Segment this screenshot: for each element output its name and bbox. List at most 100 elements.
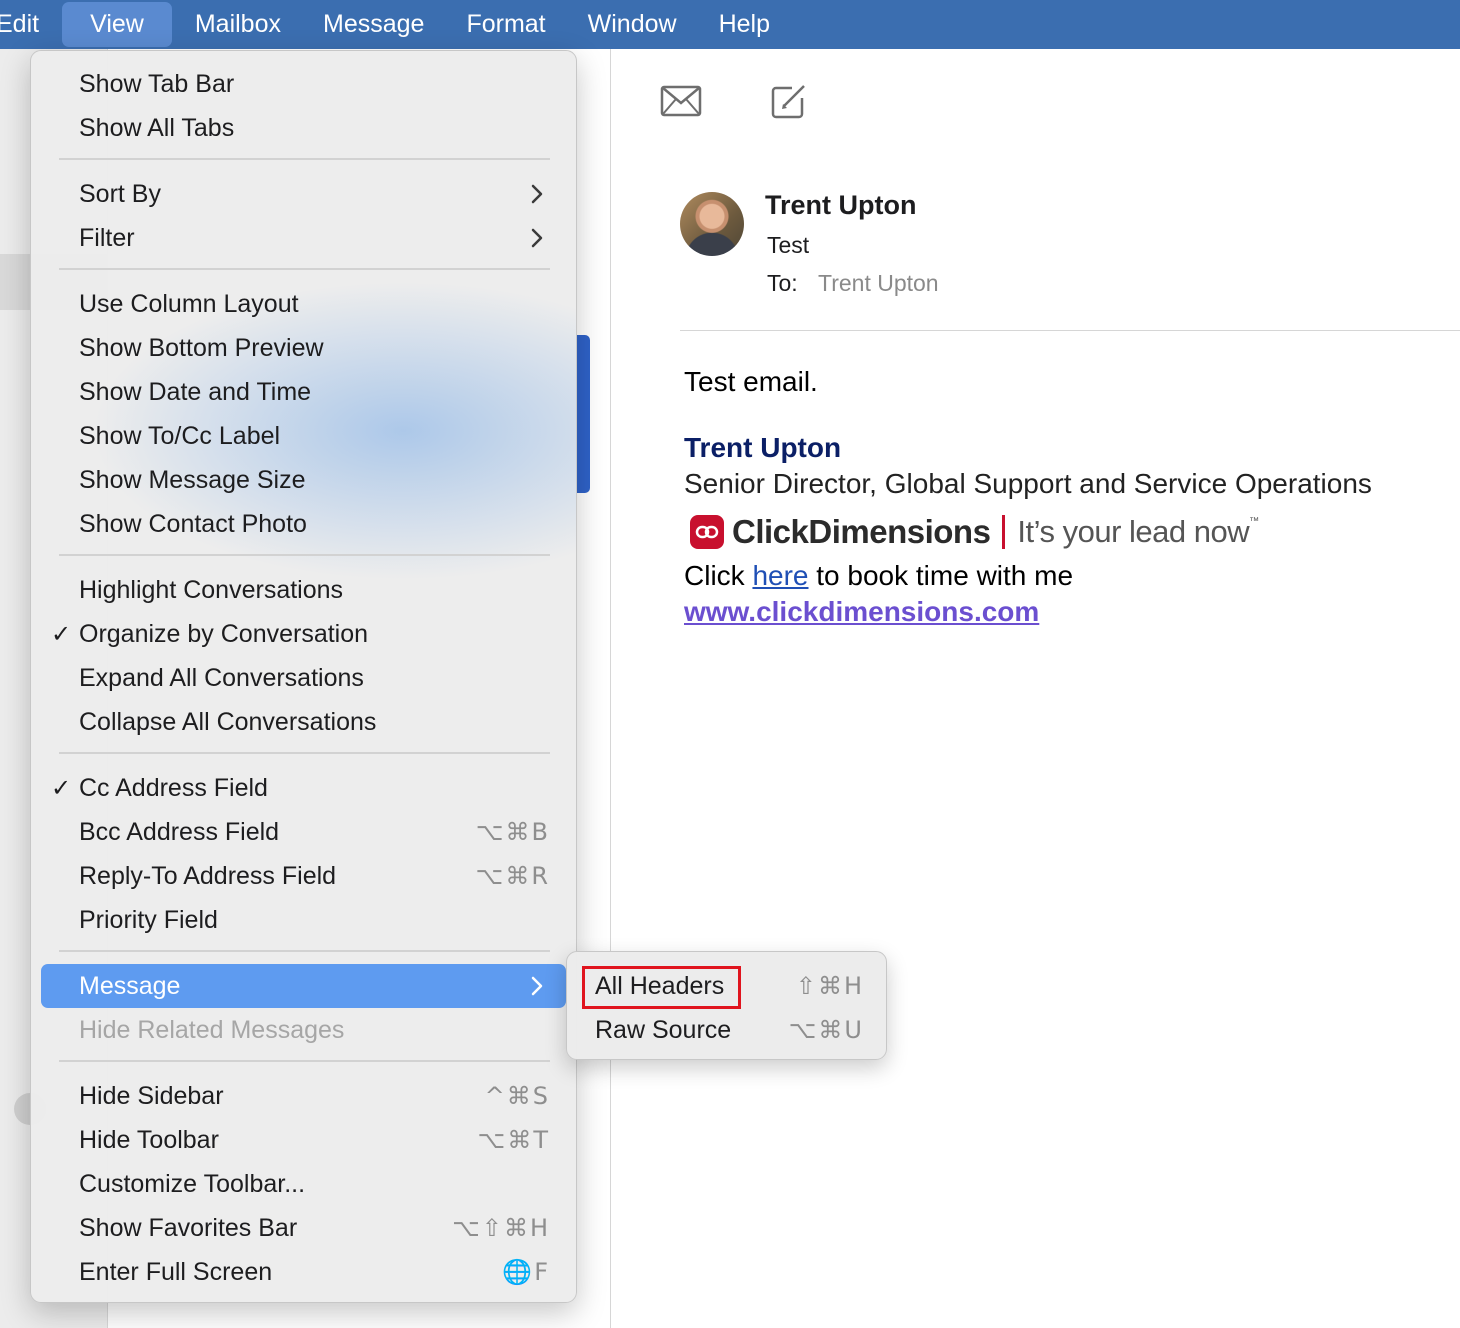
header-divider bbox=[680, 330, 1460, 331]
menu-item-label: Hide Sidebar bbox=[79, 1081, 224, 1110]
menu-view[interactable]: View bbox=[62, 2, 172, 47]
menu-item-expand-all-conversations[interactable]: Expand All Conversations bbox=[41, 656, 566, 700]
chevron-right-icon bbox=[531, 976, 543, 996]
menu-item-enter-full-screen[interactable]: Enter Full Screen 🌐F bbox=[41, 1250, 566, 1294]
menu-item-label: Show Date and Time bbox=[79, 377, 312, 406]
menu-item-show-all-tabs[interactable]: Show All Tabs bbox=[41, 106, 566, 150]
menu-separator bbox=[59, 1060, 550, 1062]
menu-item-show-contact-photo[interactable]: Show Contact Photo bbox=[41, 502, 566, 546]
menu-separator bbox=[59, 268, 550, 270]
menu-item-label: Show All Tabs bbox=[79, 113, 235, 142]
submenu-item-label: Raw Source bbox=[595, 1015, 732, 1044]
menu-item-label: Show Contact Photo bbox=[79, 509, 307, 538]
logo-wordmark: ClickDimensions bbox=[732, 513, 991, 550]
menu-item-label: Hide Toolbar bbox=[79, 1125, 219, 1154]
menu-item-hide-toolbar[interactable]: Hide Toolbar ⌥⌘T bbox=[41, 1118, 566, 1162]
menu-item-shortcut: ⌥⇧⌘H bbox=[452, 1214, 550, 1242]
booking-line: Click here to book time with me bbox=[684, 560, 1073, 592]
menu-item-organize-by-conversation[interactable]: ✓ Organize by Conversation bbox=[41, 612, 566, 656]
menu-item-show-bottom-preview[interactable]: Show Bottom Preview bbox=[41, 326, 566, 370]
menu-item-bcc-address-field[interactable]: Bcc Address Field ⌥⌘B bbox=[41, 810, 566, 854]
menu-item-shortcut: ^⌘S bbox=[484, 1082, 550, 1110]
menu-item-sort-by[interactable]: Sort By bbox=[41, 172, 566, 216]
chevron-right-icon bbox=[531, 228, 543, 248]
menu-item-label: Collapse All Conversations bbox=[79, 707, 377, 736]
menu-item-shortcut: ⌥⌘R bbox=[475, 862, 550, 890]
menu-item-collapse-all-conversations[interactable]: Collapse All Conversations bbox=[41, 700, 566, 744]
menu-item-label: Show Tab Bar bbox=[79, 69, 235, 98]
menu-item-shortcut: ⌥⌘T bbox=[477, 1126, 550, 1154]
sender-avatar bbox=[680, 192, 744, 256]
menu-item-use-column-layout[interactable]: Use Column Layout bbox=[41, 282, 566, 326]
signature-name: Trent Upton bbox=[684, 432, 842, 463]
logo-tagline: It’s your lead now bbox=[1017, 514, 1250, 549]
menu-separator bbox=[59, 950, 550, 952]
menu-item-filter[interactable]: Filter bbox=[41, 216, 566, 260]
menu-item-label: Enter Full Screen bbox=[79, 1257, 273, 1286]
menu-item-label: Customize Toolbar... bbox=[79, 1169, 306, 1198]
menu-item-label: Show Favorites Bar bbox=[79, 1213, 298, 1242]
menu-item-hide-sidebar[interactable]: Hide Sidebar ^⌘S bbox=[41, 1074, 566, 1118]
menu-item-label: Message bbox=[79, 971, 181, 1000]
pane-divider[interactable] bbox=[610, 49, 611, 1328]
menu-item-hide-related-messages: Hide Related Messages bbox=[41, 1008, 566, 1052]
website-link[interactable]: www.clickdimensions.com bbox=[684, 596, 1039, 628]
menu-item-label: Show Bottom Preview bbox=[79, 333, 324, 362]
menu-help[interactable]: Help bbox=[698, 2, 791, 47]
menu-item-customize-toolbar[interactable]: Customize Toolbar... bbox=[41, 1162, 566, 1206]
checkmark-icon: ✓ bbox=[51, 620, 72, 648]
menu-item-reply-to-address-field[interactable]: Reply-To Address Field ⌥⌘R bbox=[41, 854, 566, 898]
menu-mailbox[interactable]: Mailbox bbox=[174, 2, 302, 47]
menu-item-highlight-conversations[interactable]: Highlight Conversations bbox=[41, 568, 566, 612]
menu-item-label: Hide Related Messages bbox=[79, 1015, 345, 1044]
menu-item-label: Cc Address Field bbox=[79, 773, 268, 802]
menu-item-shortcut: 🌐F bbox=[502, 1258, 550, 1286]
menu-item-label: Organize by Conversation bbox=[79, 619, 369, 648]
checkmark-icon: ✓ bbox=[51, 774, 72, 802]
menu-item-label: Use Column Layout bbox=[79, 289, 299, 318]
submenu-item-raw-source[interactable]: Raw Source ⌥⌘U bbox=[575, 1008, 880, 1052]
menu-item-label: Sort By bbox=[79, 179, 161, 208]
email-body: Test email. bbox=[684, 366, 818, 397]
submenu-item-shortcut: ⌥⌘U bbox=[788, 1016, 864, 1044]
menu-separator bbox=[59, 554, 550, 556]
to-recipient[interactable]: Trent Upton bbox=[818, 270, 939, 297]
menu-item-label: Reply-To Address Field bbox=[79, 861, 337, 890]
menu-item-priority-field[interactable]: Priority Field bbox=[41, 898, 566, 942]
menu-edit[interactable]: Edit bbox=[0, 2, 60, 47]
menu-bar: Edit View Mailbox Message Format Window … bbox=[0, 0, 1460, 49]
sender-name: Trent Upton bbox=[765, 190, 917, 220]
booking-prefix: Click bbox=[684, 560, 753, 591]
menu-item-label: Show Message Size bbox=[79, 465, 306, 494]
booking-link[interactable]: here bbox=[752, 560, 808, 591]
menu-item-show-date-and-time[interactable]: Show Date and Time bbox=[41, 370, 566, 414]
menu-format[interactable]: Format bbox=[445, 2, 566, 47]
clickdimensions-logo: ClickDimensions It’s your lead now ™ bbox=[690, 510, 1259, 554]
menu-item-label: Expand All Conversations bbox=[79, 663, 364, 692]
menu-item-show-message-size[interactable]: Show Message Size bbox=[41, 458, 566, 502]
view-menu: Show Tab Bar Show All Tabs Sort By Filte… bbox=[30, 50, 577, 1303]
menu-message[interactable]: Message bbox=[302, 2, 445, 47]
menu-item-message[interactable]: Message bbox=[41, 964, 566, 1008]
menu-item-label: Filter bbox=[79, 223, 135, 252]
menu-item-label: Bcc Address Field bbox=[79, 817, 280, 846]
logo-trademark: ™ bbox=[1249, 516, 1260, 527]
chain-link-icon bbox=[690, 515, 724, 549]
menu-window[interactable]: Window bbox=[567, 2, 698, 47]
signature-title: Senior Director, Global Support and Serv… bbox=[684, 468, 1372, 499]
selected-message-indicator bbox=[576, 335, 590, 493]
menu-item-show-to-cc-label[interactable]: Show To/Cc Label bbox=[41, 414, 566, 458]
menu-separator bbox=[59, 752, 550, 754]
menu-item-label: Show To/Cc Label bbox=[79, 421, 281, 450]
menu-item-label: Highlight Conversations bbox=[79, 575, 344, 604]
menu-item-show-tab-bar[interactable]: Show Tab Bar bbox=[41, 62, 566, 106]
submenu-item-shortcut: ⇧⌘H bbox=[795, 972, 864, 1000]
menu-item-show-favorites-bar[interactable]: Show Favorites Bar ⌥⇧⌘H bbox=[41, 1206, 566, 1250]
all-headers-outline bbox=[582, 966, 741, 1009]
email-subject: Test bbox=[767, 232, 810, 258]
compose-icon[interactable] bbox=[770, 82, 808, 120]
menu-item-cc-address-field[interactable]: ✓ Cc Address Field bbox=[41, 766, 566, 810]
menu-separator bbox=[59, 158, 550, 160]
envelope-icon[interactable] bbox=[660, 84, 702, 118]
logo-divider bbox=[1002, 515, 1006, 549]
